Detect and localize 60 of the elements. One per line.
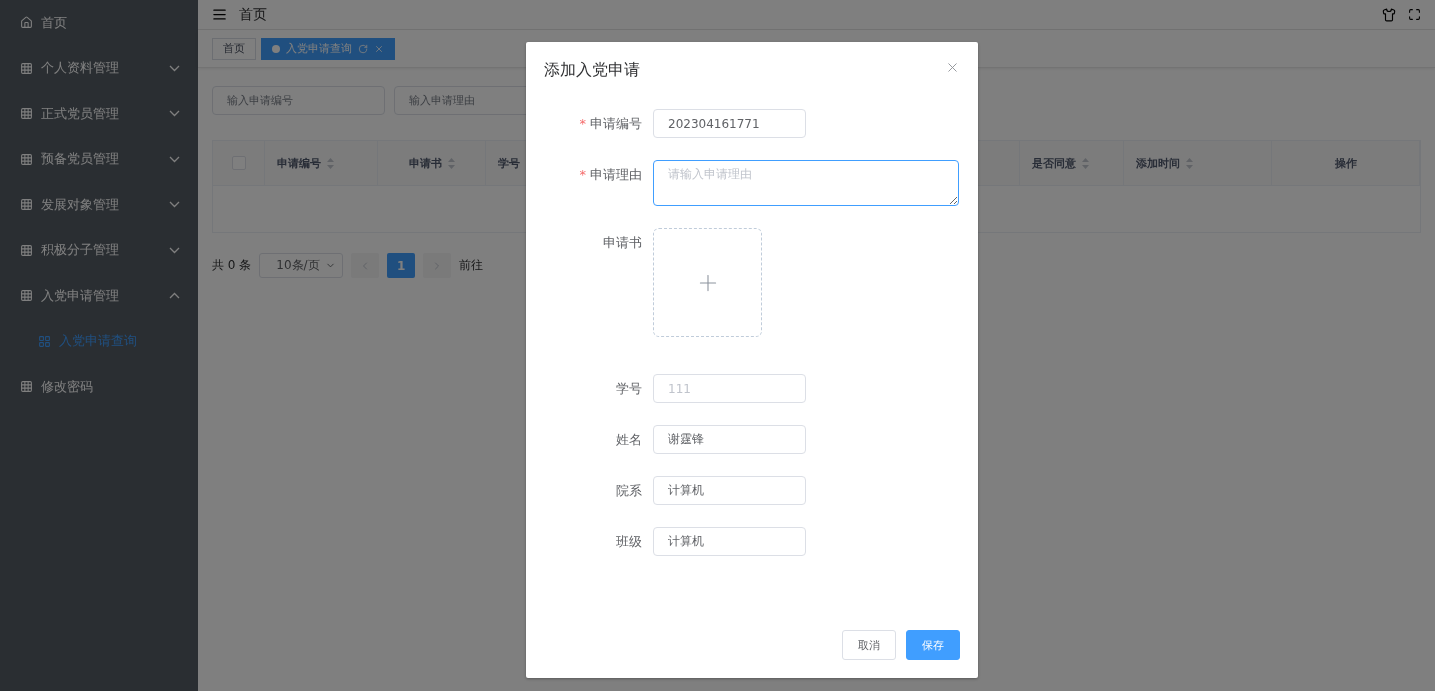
text-field[interactable]: 谢霆锋 <box>653 425 806 454</box>
page-tab[interactable]: 入党申请查询 <box>261 37 395 60</box>
save-button[interactable]: 保存 <box>906 630 960 660</box>
page-size-select[interactable]: 10条/页 <box>259 253 344 278</box>
field-label: 院系 <box>615 482 642 500</box>
grid-icon <box>20 380 33 394</box>
column-header: 是否同意 <box>1032 155 1076 171</box>
sidebar-item[interactable]: 正式党员管理 <box>0 91 198 137</box>
grid-icon <box>20 152 33 166</box>
sidebar-item[interactable]: 积极分子管理 <box>0 227 198 273</box>
field-label: 申请书 <box>602 234 642 252</box>
dot-icon <box>272 44 280 53</box>
reason-field[interactable]: 请输入申请理由 <box>653 160 959 206</box>
breadcrumb: 首页 <box>239 5 268 24</box>
column-header: 操作 <box>1334 155 1357 171</box>
grid-icon <box>20 61 33 75</box>
home-icon <box>20 16 33 30</box>
goto-label: 前往 <box>459 257 484 274</box>
field-label: 班级 <box>615 533 642 551</box>
sidebar-item[interactable]: 入党申请管理 <box>0 273 198 319</box>
field-label: * 申请理由 <box>578 166 642 184</box>
column-header: 添加时间 <box>1136 155 1180 171</box>
cancel-button[interactable]: 取消 <box>842 630 896 660</box>
upload-area[interactable] <box>653 228 762 337</box>
column-header: 申请书 <box>408 155 442 171</box>
grid-icon <box>20 243 33 257</box>
sidebar-item[interactable]: 预备党员管理 <box>0 136 198 182</box>
required-mark: * <box>579 116 586 131</box>
sort-icon[interactable] <box>327 157 334 169</box>
fullscreen-icon[interactable] <box>1408 8 1421 21</box>
page-tab[interactable]: 首页 <box>212 37 256 60</box>
text-field[interactable]: 计算机 <box>653 476 806 505</box>
menu-icon[interactable] <box>212 7 227 22</box>
page-number[interactable]: 1 <box>387 253 416 278</box>
refresh-icon[interactable] <box>358 43 368 54</box>
required-mark: * <box>579 167 586 182</box>
field-label: 学号 <box>615 380 642 398</box>
field-label: * 申请编号 <box>578 115 642 133</box>
close-icon[interactable] <box>374 43 384 54</box>
dialog-title: 添加入党申请 <box>544 60 640 81</box>
sidebar-item[interactable]: 修改密码 <box>0 364 198 410</box>
sidebar-item[interactable]: 发展对象管理 <box>0 182 198 228</box>
column-header: 申请编号 <box>277 155 321 171</box>
grid-icon <box>20 289 33 303</box>
close-icon[interactable] <box>945 60 960 75</box>
text-field[interactable]: 202304161771 <box>653 109 806 138</box>
sort-icon[interactable] <box>1082 157 1089 169</box>
column-header: 学号 <box>498 155 520 171</box>
text-field[interactable]: 计算机 <box>653 527 806 556</box>
field-label: 姓名 <box>615 431 642 449</box>
total-count: 共 0 条 <box>212 257 252 274</box>
grid-icon <box>20 107 33 121</box>
sort-icon[interactable] <box>447 157 455 169</box>
sort-icon[interactable] <box>1186 157 1193 169</box>
sidebar-item[interactable]: 个人资料管理 <box>0 45 198 91</box>
shirt-icon[interactable] <box>1382 7 1396 22</box>
sidebar-item[interactable]: 首页 <box>0 0 198 46</box>
text-field[interactable]: 111 <box>653 374 806 403</box>
grid-icon <box>38 334 51 348</box>
grid-icon <box>20 198 33 212</box>
